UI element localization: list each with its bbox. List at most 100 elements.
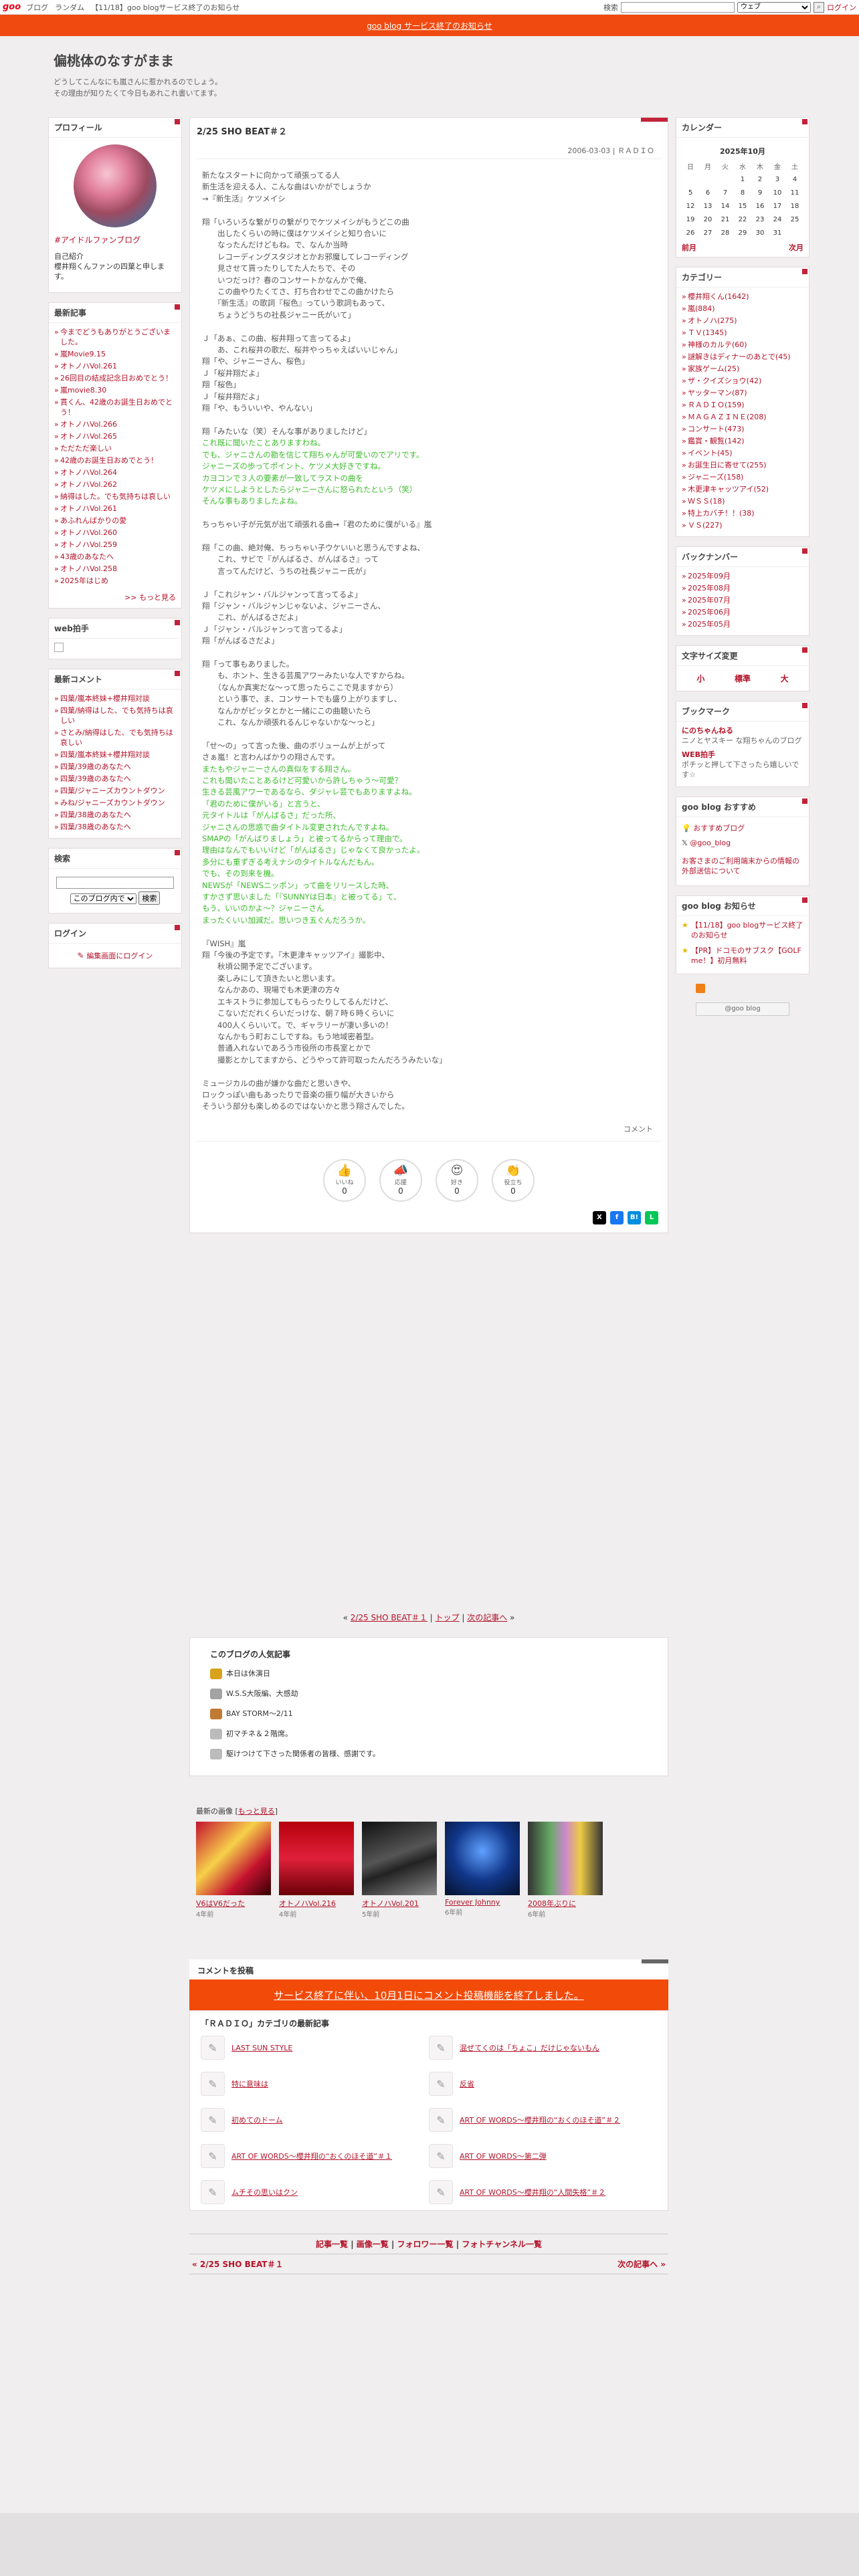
top-link[interactable]: トップ	[436, 1613, 460, 1622]
category-item[interactable]: ヤッターマン(87)	[682, 388, 803, 398]
goo-blog-x-link[interactable]: @goo_blog	[690, 839, 731, 847]
thumb-image[interactable]	[362, 1822, 437, 1895]
related-item[interactable]: ✎ 特に意味は	[201, 2072, 429, 2096]
related-item[interactable]: ✎ 反省	[429, 2072, 657, 2096]
backnumber-link[interactable]: 2025年08月	[688, 584, 731, 593]
recent-post-item[interactable]: 嵐movie8.30	[54, 385, 176, 395]
backnumber-item[interactable]: 2025年07月	[682, 595, 803, 605]
related-link[interactable]: LAST SUN STYLE	[231, 2044, 292, 2052]
comment-item[interactable]: さとみ/納得はした、でも気持ちは哀しい	[54, 728, 176, 748]
thumb-title[interactable]: V6はV6だった	[196, 1898, 271, 1909]
popular-link[interactable]: W.S.S大阪編、大感劫	[226, 1684, 298, 1704]
recent-post-link[interactable]: 今までどうもありがとうございました。	[60, 328, 171, 346]
recent-post-link[interactable]: あふれんばかりの愛	[60, 516, 126, 525]
recent-post-item[interactable]: オトノハVol.261	[54, 504, 176, 514]
comment-item[interactable]: 四葉/嵐本終妹+櫻井翔対談	[54, 750, 176, 760]
backnumber-item[interactable]: 2025年08月	[682, 583, 803, 593]
thumb-image[interactable]	[445, 1822, 520, 1895]
recent-post-link[interactable]: オトノハVol.264	[60, 468, 117, 477]
latest-images-more[interactable]: もっと見る	[238, 1807, 275, 1816]
recent-post-link[interactable]: オトノハVol.261	[60, 504, 117, 513]
popular-link[interactable]: 本日は休演日	[226, 1664, 270, 1684]
bookmark-link[interactable]: WEB拍手	[682, 750, 715, 759]
comment-link[interactable]: 四葉/納得はした、でも気持ちは哀しい	[60, 706, 173, 725]
related-item[interactable]: ✎ LAST SUN STYLE	[201, 2036, 429, 2060]
goo-blog-badge[interactable]: @goo blog	[696, 1002, 789, 1016]
category-link[interactable]: オトノハ(275)	[688, 316, 737, 325]
category-link[interactable]: 嵐(884)	[688, 304, 715, 313]
footer-nav-link[interactable]: 記事一覧	[316, 2240, 348, 2249]
footer-nav-link[interactable]: フォトチャンネル一覧	[462, 2240, 542, 2249]
related-item[interactable]: ✎ 混ぜてくのは「ちょこ」だけじゃないもん	[429, 2036, 657, 2060]
recent-more-link[interactable]: >> もっと見る	[49, 592, 181, 608]
comment-link[interactable]: 四葉/38歳のあなたへ	[60, 823, 131, 831]
entry-comment-link[interactable]: コメント	[195, 1123, 662, 1142]
reaction-button[interactable]: 😍 好き 0	[436, 1158, 478, 1202]
related-link[interactable]: 初めてのドーム	[231, 2115, 283, 2125]
recent-post-link[interactable]: オトノハVol.265	[60, 432, 117, 441]
search-scope-select[interactable]: ウェブ	[737, 1, 811, 13]
recent-post-link[interactable]: 43歳のあなたへ	[60, 552, 114, 561]
comment-closed-text[interactable]: サービス終了に伴い、10月1日にコメント投稿機能を終了しました。	[274, 1988, 584, 2002]
category-link[interactable]: 櫻井翔くん(1642)	[688, 292, 749, 301]
comment-item[interactable]: 四葉/納得はした、でも気持ちは哀しい	[54, 706, 176, 726]
related-item[interactable]: ✎ ムチその思いはクン	[201, 2180, 429, 2204]
category-link[interactable]: 特上カバチ！！(38)	[688, 509, 755, 518]
related-link[interactable]: 混ぜてくのは「ちょこ」だけじゃないもん	[460, 2042, 599, 2053]
recent-post-item[interactable]: オトノハVol.262	[54, 479, 176, 490]
font-large-button[interactable]: 大	[781, 673, 789, 684]
related-link[interactable]: ART OF WORDS～櫻井翔の“おくのほそ道”＃１	[231, 2151, 392, 2161]
comment-item[interactable]: 四葉/38歳のあなたへ	[54, 810, 176, 820]
recent-post-link[interactable]: 26回目の結成記念日おめでとう！	[60, 374, 173, 383]
category-item[interactable]: 鑑賞・観覧(142)	[682, 436, 803, 446]
recent-post-item[interactable]: 43歳のあなたへ	[54, 552, 176, 562]
category-item[interactable]: 嵐(884)	[682, 304, 803, 314]
category-item[interactable]: 木更津キャッツアイ(52)	[682, 484, 803, 494]
category-link[interactable]: ＷＳＳ(18)	[688, 497, 725, 506]
recent-post-link[interactable]: オトノハVol.259	[60, 540, 117, 549]
calendar-prev[interactable]: 前月	[682, 242, 696, 253]
blog-search-button[interactable]: 検索	[138, 891, 161, 905]
recent-post-item[interactable]: 42歳のお誕生日おめでとう！	[54, 455, 176, 465]
category-item[interactable]: ザ・クイズショウ(42)	[682, 376, 803, 386]
recent-post-link[interactable]: 嵐movie8.30	[60, 386, 106, 395]
related-link[interactable]: ART OF WORDS～櫻井翔の“人間失格”＃２	[460, 2187, 605, 2197]
recent-post-link[interactable]: オトノハVol.266	[60, 420, 117, 429]
category-item[interactable]: ジャニーズ(158)	[682, 472, 803, 482]
comment-link[interactable]: 四葉/嵐本終妹+櫻井翔対談	[60, 694, 150, 703]
blog-search-input[interactable]	[56, 877, 174, 889]
recent-post-item[interactable]: 嵐Movie9.15	[54, 349, 176, 359]
thumb-title[interactable]: Forever Johnny	[445, 1898, 520, 1907]
backnumber-link[interactable]: 2025年07月	[688, 596, 731, 605]
category-link[interactable]: ＴＶ(1345)	[688, 328, 727, 337]
recent-post-link[interactable]: オトノハVol.261	[60, 362, 117, 370]
recent-post-item[interactable]: オトノハVol.265	[54, 431, 176, 441]
recent-post-link[interactable]: 納得はした。でも気持ちは哀しい	[60, 492, 171, 501]
goo-logo[interactable]: goo	[3, 2, 21, 12]
recent-post-link[interactable]: オトノハVol.262	[60, 480, 117, 489]
login-link[interactable]: ログイン	[827, 2, 856, 13]
recent-post-item[interactable]: ただただ楽しい	[54, 443, 176, 453]
search-input[interactable]	[621, 1, 735, 13]
bookmark-link[interactable]: にのちゃんねる	[682, 726, 733, 735]
image-thumb[interactable]: 2008年ぶりに 6年前	[528, 1822, 603, 1919]
recent-post-item[interactable]: 貫くん、42歳のお誕生日おめでとう！	[54, 397, 176, 417]
category-link[interactable]: ＲＡＤＩＯ(159)	[688, 401, 745, 409]
category-link[interactable]: 神様のカルテ(60)	[688, 340, 747, 349]
category-item[interactable]: ＴＶ(1345)	[682, 328, 803, 338]
facebook-share-icon[interactable]: f	[610, 1210, 624, 1224]
category-link[interactable]: ＶＳ(227)	[688, 521, 723, 530]
comment-item[interactable]: 四葉/39歳のあなたへ	[54, 762, 176, 772]
image-thumb[interactable]: V6はV6だった 4年前	[196, 1822, 271, 1919]
comment-item[interactable]: 四葉/嵐本終妹+櫻井翔対談	[54, 693, 176, 704]
category-link[interactable]: 謎解きはディナーのあとで(45)	[688, 352, 790, 361]
reaction-button[interactable]: 📣 応援 0	[379, 1158, 422, 1202]
comment-link[interactable]: さとみ/納得はした、でも気持ちは哀しい	[60, 728, 173, 747]
comment-item[interactable]: みね/ジャニーズカウントダウン	[54, 798, 176, 808]
related-link[interactable]: 特に意味は	[231, 2078, 268, 2089]
recent-post-item[interactable]: 2025年はじめ	[54, 576, 176, 586]
category-item[interactable]: 特上カバチ！！(38)	[682, 508, 803, 518]
footer-nav-link[interactable]: 画像一覧	[357, 2240, 389, 2249]
popular-item[interactable]: 本日は休演日	[210, 1664, 648, 1684]
backnumber-item[interactable]: 2025年05月	[682, 619, 803, 629]
